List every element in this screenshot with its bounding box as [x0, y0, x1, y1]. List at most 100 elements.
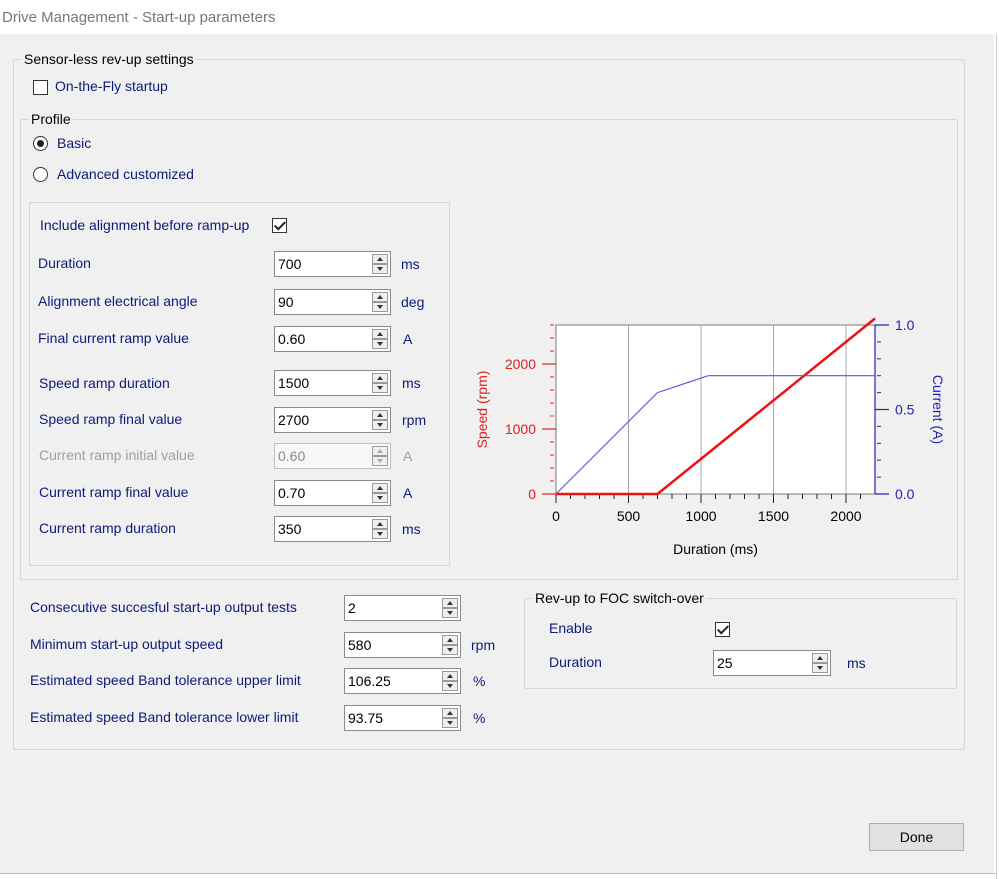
spin-up-icon[interactable]: [812, 653, 828, 663]
sensorless-group-legend: Sensor-less rev-up settings: [24, 51, 194, 67]
spin-up-icon: [372, 446, 388, 456]
speed-ramp-duration-spinner[interactable]: [372, 373, 388, 393]
spin-down-icon[interactable]: [442, 608, 458, 618]
switchover-duration-label: Duration: [549, 654, 602, 670]
consecutive-tests-value: 2: [348, 600, 356, 616]
spin-up-icon[interactable]: [442, 635, 458, 645]
band-lower-label: Estimated speed Band tolerance lower lim…: [30, 709, 299, 725]
band-upper-unit: %: [473, 673, 486, 689]
radio-selected-dot: [37, 140, 44, 147]
include-alignment-checkbox[interactable]: [272, 218, 287, 233]
spin-up-icon[interactable]: [442, 598, 458, 608]
x-tick-label: 1500: [758, 508, 789, 524]
current-ramp-final-input[interactable]: 0.70: [274, 480, 391, 506]
speed-ramp-final-spinner[interactable]: [372, 410, 388, 430]
consecutive-tests-input[interactable]: 2: [344, 595, 461, 621]
switchover-duration-spinner[interactable]: [812, 653, 828, 673]
spin-up-icon[interactable]: [442, 671, 458, 681]
band-lower-input[interactable]: 93.75: [344, 705, 461, 731]
spin-up-icon[interactable]: [372, 373, 388, 383]
current-ramp-duration-input[interactable]: 350: [274, 516, 391, 542]
spin-up-icon[interactable]: [442, 708, 458, 718]
left-tick-label: 1000: [505, 421, 536, 437]
alignment-angle-unit: deg: [401, 294, 425, 310]
duration-value: 700: [278, 256, 302, 272]
window-border-bottom: [0, 873, 996, 874]
spin-up-icon[interactable]: [372, 292, 388, 302]
current-ramp-initial-spinner: [372, 446, 388, 466]
spin-down-icon[interactable]: [372, 383, 388, 393]
spin-up-icon[interactable]: [372, 329, 388, 339]
band-lower-value: 93.75: [348, 710, 384, 726]
right-axis-label: Current (A): [930, 375, 946, 444]
minimum-speed-spinner[interactable]: [442, 635, 458, 655]
advanced-label[interactable]: Advanced customized: [57, 166, 194, 182]
minimum-speed-unit: rpm: [471, 637, 496, 653]
final-current-ramp-unit: A: [403, 331, 413, 347]
switchover-enable-checkbox[interactable]: [715, 622, 730, 637]
current-ramp-duration-unit: ms: [402, 521, 421, 537]
spin-down-icon[interactable]: [372, 420, 388, 430]
current-ramp-duration-value: 350: [278, 521, 302, 537]
check-icon: [716, 622, 730, 635]
spin-down-icon[interactable]: [442, 645, 458, 655]
spin-down-icon[interactable]: [372, 493, 388, 503]
right-tick-label: 0.5: [895, 402, 915, 418]
duration-input[interactable]: 700: [274, 251, 391, 277]
on-the-fly-label[interactable]: On-the-Fly startup: [55, 78, 168, 94]
basic-label[interactable]: Basic: [57, 135, 91, 151]
band-upper-input[interactable]: 106.25: [344, 668, 461, 694]
alignment-angle-spinner[interactable]: [372, 292, 388, 312]
spin-down-icon[interactable]: [812, 663, 828, 673]
spin-up-icon[interactable]: [372, 519, 388, 529]
speed-ramp-duration-value: 1500: [278, 375, 310, 391]
current-ramp-duration-label: Current ramp duration: [39, 520, 176, 536]
alignment-angle-input[interactable]: 90: [274, 289, 391, 315]
switchover-enable-label[interactable]: Enable: [549, 620, 593, 636]
switchover-group-legend: Rev-up to FOC switch-over: [535, 590, 704, 606]
spin-down-icon[interactable]: [372, 264, 388, 274]
startup-profile-chart: 0 500 1000 1500 2000 Duration (ms) 0 1000 2000 Sp…: [474, 317, 946, 557]
final-current-ramp-spinner[interactable]: [372, 329, 388, 349]
current-ramp-final-spinner[interactable]: [372, 483, 388, 503]
spin-down-icon: [372, 456, 388, 466]
check-icon: [273, 218, 287, 231]
spin-down-icon[interactable]: [442, 681, 458, 691]
spin-up-icon[interactable]: [372, 483, 388, 493]
on-the-fly-checkbox[interactable]: [33, 80, 48, 95]
spin-down-icon[interactable]: [372, 302, 388, 312]
window-title: Drive Management - Start-up parameters: [2, 9, 276, 26]
spin-down-icon[interactable]: [372, 339, 388, 349]
speed-ramp-final-unit: rpm: [402, 412, 427, 428]
duration-spinner[interactable]: [372, 254, 388, 274]
band-upper-spinner[interactable]: [442, 671, 458, 691]
spin-up-icon[interactable]: [372, 254, 388, 264]
current-ramp-initial-label: Current ramp initial value: [39, 447, 195, 463]
right-tick-label: 1.0: [895, 317, 915, 333]
band-lower-spinner[interactable]: [442, 708, 458, 728]
include-alignment-label[interactable]: Include alignment before ramp-up: [40, 217, 249, 233]
current-ramp-final-unit: A: [403, 485, 413, 501]
spin-down-icon[interactable]: [372, 529, 388, 539]
window-border-right: [996, 34, 997, 879]
speed-ramp-final-label: Speed ramp final value: [39, 411, 183, 427]
band-lower-unit: %: [473, 710, 486, 726]
speed-ramp-duration-input[interactable]: 1500: [274, 370, 391, 396]
speed-ramp-final-value: 2700: [278, 412, 310, 428]
advanced-radio[interactable]: [33, 167, 48, 182]
x-tick-label: 500: [617, 508, 641, 524]
final-current-ramp-input[interactable]: 0.60: [274, 326, 391, 352]
speed-ramp-final-input[interactable]: 2700: [274, 407, 391, 433]
minimum-speed-input[interactable]: 580: [344, 632, 461, 658]
switchover-duration-input[interactable]: 25: [713, 650, 831, 676]
spin-down-icon[interactable]: [442, 718, 458, 728]
basic-radio[interactable]: [33, 136, 48, 151]
profile-group-legend: Profile: [31, 111, 71, 127]
alignment-angle-label: Alignment electrical angle: [38, 293, 198, 309]
current-ramp-initial-value: 0.60: [278, 448, 306, 464]
duration-unit: ms: [401, 256, 420, 272]
done-button[interactable]: Done: [869, 823, 964, 851]
spin-up-icon[interactable]: [372, 410, 388, 420]
current-ramp-duration-spinner[interactable]: [372, 519, 388, 539]
consecutive-tests-spinner[interactable]: [442, 598, 458, 618]
